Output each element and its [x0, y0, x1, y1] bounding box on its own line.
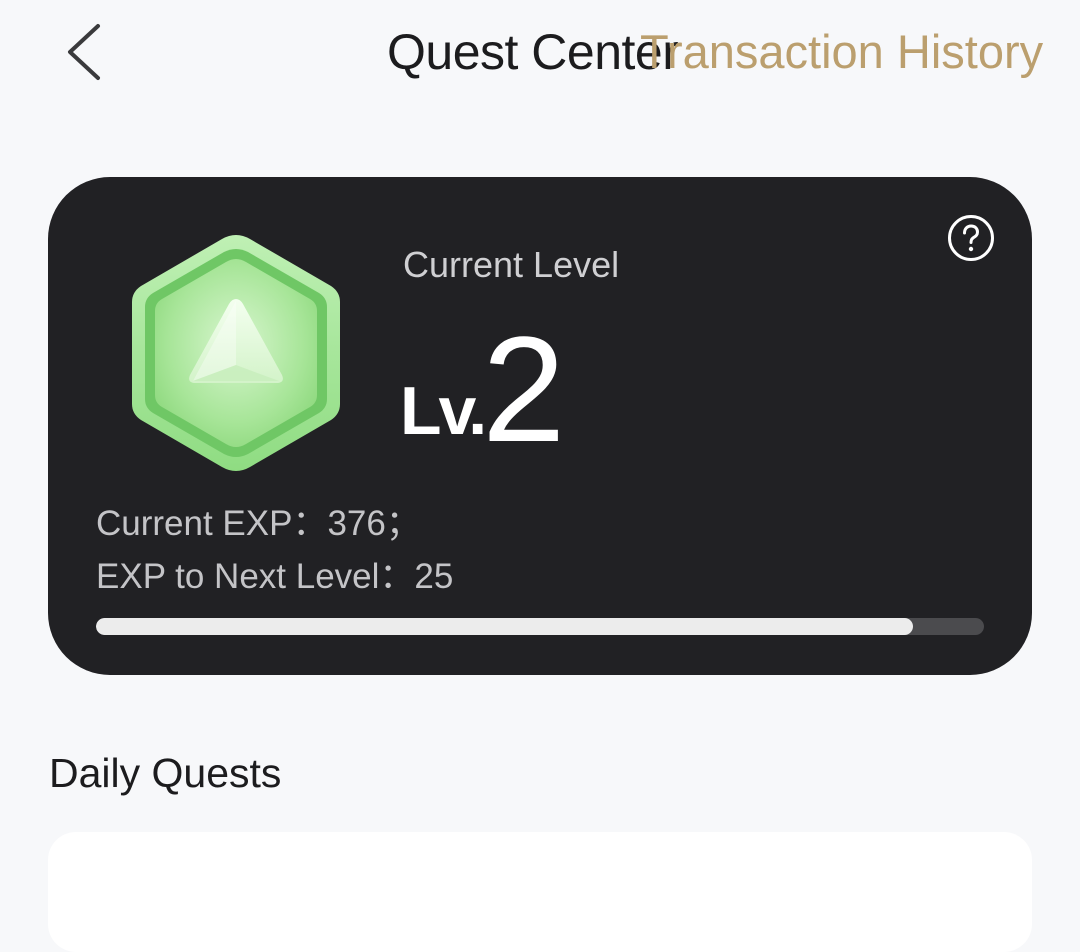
level-card: Current Level Lv. 2 Current EXP：376； EXP…: [48, 177, 1032, 675]
exp-progress-bar: [96, 618, 984, 635]
question-circle-icon: [948, 215, 994, 261]
level-prefix: Lv.: [400, 373, 487, 449]
current-exp-text: Current EXP：376；: [96, 504, 421, 543]
level-badge: [124, 229, 348, 477]
back-button[interactable]: [58, 18, 118, 86]
current-level-label: Current Level: [403, 244, 620, 285]
next-level-exp-text: EXP to Next Level：25: [96, 557, 454, 596]
daily-quests-card: [48, 832, 1032, 952]
hexagon-level-badge-icon: [132, 235, 340, 471]
exp-progress-fill: [96, 618, 913, 635]
daily-quests-title: Daily Quests: [49, 750, 282, 796]
chevron-left-icon: [68, 24, 100, 80]
level-number: 2: [482, 305, 566, 473]
transaction-history-link[interactable]: Transaction History: [640, 22, 1043, 82]
page-title: Quest Center: [387, 24, 679, 80]
help-button[interactable]: [947, 214, 995, 262]
